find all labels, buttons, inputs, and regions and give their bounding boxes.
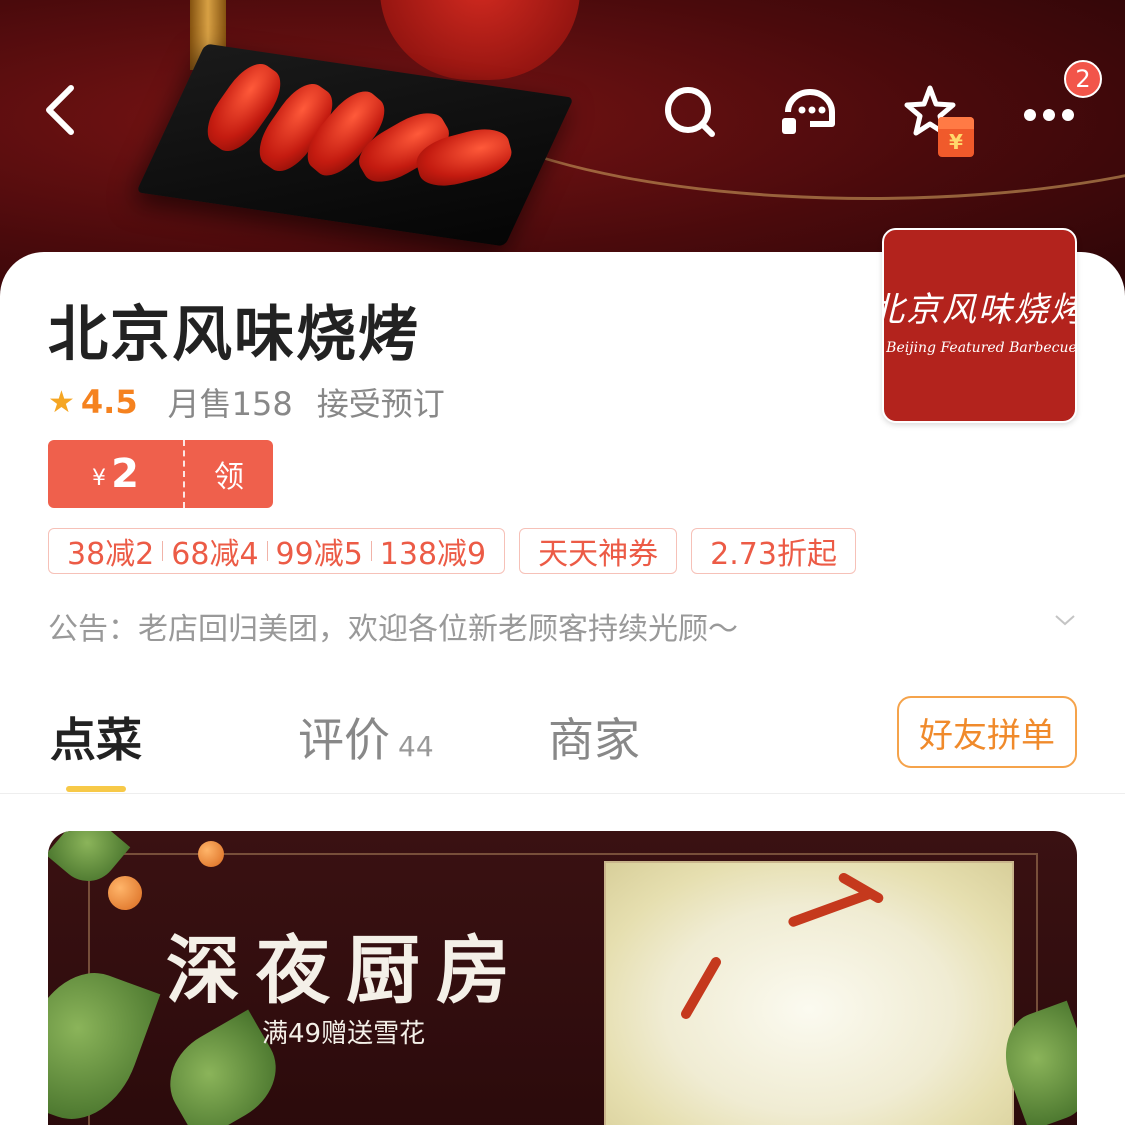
tab-reviews[interactable]: 评价 44 bbox=[298, 704, 434, 770]
tag-divider bbox=[370, 541, 372, 561]
discount-item: 99减5 bbox=[275, 537, 363, 572]
redpacket-symbol: ¥ bbox=[949, 130, 963, 154]
notification-badge: 2 bbox=[1064, 60, 1102, 98]
search-icon[interactable] bbox=[662, 84, 718, 140]
store-tabs: 点菜 评价 44 商家 好友拼单 bbox=[0, 690, 1125, 794]
promo-subtitle: 满49赠送雪花 bbox=[262, 1019, 426, 1049]
reservation-label: 接受预订 bbox=[316, 385, 445, 423]
star-icon: ★ bbox=[48, 384, 75, 420]
logo-text-en: Beijing Featured Barbecue bbox=[886, 340, 1077, 356]
store-name: 北京风味烧烤 bbox=[48, 300, 420, 370]
store-rating: 4.5 bbox=[80, 383, 138, 421]
chat-icon[interactable] bbox=[780, 84, 840, 140]
store-meta: ★ 4.5 月售158 接受预订 bbox=[48, 382, 469, 423]
promo-title: 深夜厨房 bbox=[166, 928, 526, 1014]
discount-from-label: 2.73折起 bbox=[710, 537, 837, 572]
coupon-amount: ¥ 2 bbox=[48, 451, 183, 497]
logo-text-cn: 北京风味烧烤 bbox=[882, 290, 1077, 330]
tag-divider bbox=[162, 541, 164, 561]
group-order-button[interactable]: 好友拼单 bbox=[897, 696, 1077, 768]
discount-item: 68减4 bbox=[171, 537, 259, 572]
more-icon[interactable] bbox=[1018, 95, 1080, 135]
promo-berry bbox=[108, 876, 142, 910]
promo-berry bbox=[198, 841, 224, 867]
daily-coupon-tag[interactable]: 天天神券 bbox=[519, 528, 678, 574]
discount-from-tag[interactable]: 2.73折起 bbox=[691, 528, 856, 574]
discount-tags: 38减2 68减4 99减5 138减9 天天神券 2.73折起 bbox=[48, 528, 856, 574]
reviews-count: 44 bbox=[398, 730, 434, 763]
promo-chili bbox=[679, 955, 723, 1021]
back-icon[interactable] bbox=[36, 80, 86, 140]
daily-coupon-label: 天天神券 bbox=[538, 537, 659, 572]
discount-item: 138减9 bbox=[379, 537, 487, 572]
tab-merchant[interactable]: 商家 bbox=[548, 704, 640, 770]
coupon-value: 2 bbox=[111, 451, 139, 497]
redpacket-icon[interactable]: ¥ bbox=[938, 117, 974, 157]
promo-banner[interactable]: 深夜厨房 满49赠送雪花 bbox=[48, 831, 1077, 1125]
store-logo: 北京风味烧烤 Beijing Featured Barbecue bbox=[882, 228, 1077, 423]
tag-divider bbox=[266, 541, 268, 561]
claim-coupon-button[interactable]: 领 bbox=[185, 452, 273, 496]
tab-dishes[interactable]: 点菜 bbox=[50, 704, 142, 770]
promo-dish-image bbox=[604, 861, 1014, 1125]
coupon-card[interactable]: ¥ 2 领 bbox=[48, 440, 273, 508]
store-notice[interactable]: 公告：老店回归美团，欢迎各位新老顾客持续光顾～ bbox=[48, 604, 738, 648]
monthly-sales: 月售158 bbox=[167, 385, 293, 423]
coupon-currency: ¥ bbox=[92, 466, 107, 491]
full-reduction-tag[interactable]: 38减2 68减4 99减5 138减9 bbox=[48, 528, 506, 574]
tab-reviews-label: 评价 bbox=[298, 713, 390, 767]
active-tab-indicator bbox=[66, 786, 126, 792]
chevron-down-icon[interactable] bbox=[1054, 612, 1076, 634]
discount-item: 38减2 bbox=[67, 537, 155, 572]
